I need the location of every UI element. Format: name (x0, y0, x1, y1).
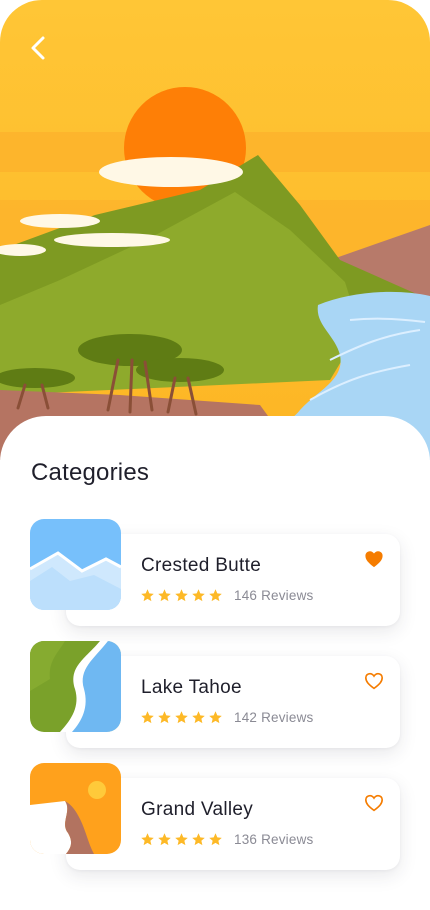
star-icon (158, 711, 171, 724)
star-icon (209, 589, 222, 602)
star-icon (192, 833, 205, 846)
star-icon (158, 833, 171, 846)
heart-outline-icon (364, 794, 384, 812)
star-icon (209, 833, 222, 846)
star-icon (175, 589, 188, 602)
rating-stars (140, 710, 223, 726)
snowy-mountain-icon (30, 519, 121, 610)
heart-outline-icon (364, 672, 384, 690)
section-title: Categories (31, 459, 150, 486)
landscape-illustration (0, 0, 430, 460)
favorite-button[interactable] (362, 791, 386, 815)
place-card[interactable]: Lake Tahoe 142 Reviews (30, 641, 402, 751)
app-screen: Categories Crested Butte 146 Reviews Lak… (0, 0, 430, 910)
rating-stars (140, 588, 223, 604)
star-icon (141, 711, 154, 724)
star-icon (141, 589, 154, 602)
place-name: Lake Tahoe (141, 677, 242, 698)
canyon-sun-icon (30, 763, 121, 854)
hero-illustration (0, 0, 430, 460)
favorite-button[interactable] (362, 669, 386, 693)
river-icon (30, 641, 121, 732)
place-card[interactable]: Grand Valley 136 Reviews (30, 763, 402, 873)
star-icon (175, 711, 188, 724)
place-name: Grand Valley (141, 799, 254, 820)
heart-filled-icon (365, 551, 383, 568)
back-button[interactable] (22, 30, 54, 66)
star-icon (192, 711, 205, 724)
star-icon (209, 711, 222, 724)
rating-stars (140, 832, 223, 848)
review-count: 136 Reviews (234, 832, 314, 847)
star-icon (175, 833, 188, 846)
place-card[interactable]: Crested Butte 146 Reviews (30, 519, 402, 629)
review-count: 142 Reviews (234, 710, 314, 725)
review-count: 146 Reviews (234, 588, 314, 603)
star-icon (141, 833, 154, 846)
star-icon (192, 589, 205, 602)
star-icon (158, 589, 171, 602)
place-name: Crested Butte (141, 555, 262, 576)
favorite-button[interactable] (362, 547, 386, 571)
chevron-left-icon (31, 36, 45, 60)
